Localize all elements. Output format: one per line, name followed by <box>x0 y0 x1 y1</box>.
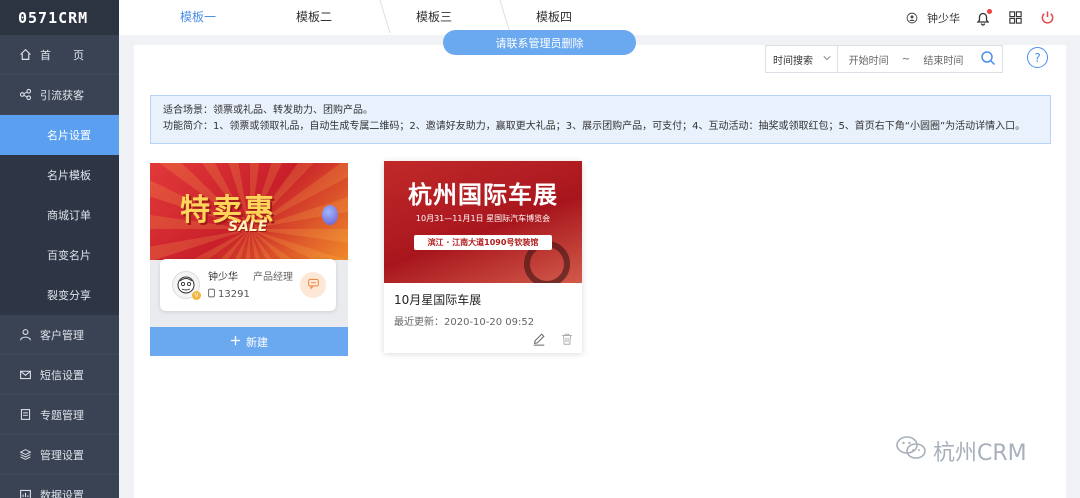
sidebar-item-label: 客户管理 <box>40 328 84 342</box>
sidebar-item-topics[interactable]: 专题管理 <box>0 395 119 435</box>
car-show-banner-image: 杭州国际车展 10月31—11月1日 星国际汽车博览会 滨江 · 江南大道109… <box>384 161 582 283</box>
wechat-icon <box>895 434 927 468</box>
info-scenario: 适合场景：领票或礼品、转发助力、团购产品。 <box>163 105 373 116</box>
tab-template-1[interactable]: 模板一 <box>134 0 262 33</box>
power-icon[interactable] <box>1038 9 1056 27</box>
phone-icon <box>208 288 215 301</box>
share-nodes-icon <box>18 88 32 102</box>
date-range-picker[interactable]: 开始时间 ~ 结束时间 <box>838 52 974 67</box>
new-template-button[interactable]: 新建 <box>150 327 348 356</box>
start-date-input[interactable]: 开始时间 <box>849 52 889 67</box>
event-updated-time: 最近更新：2020-10-20 09:52 <box>394 317 535 328</box>
new-button-label: 新建 <box>246 335 268 349</box>
help-icon[interactable]: ? <box>1027 47 1048 68</box>
sidebar-subitem-viral-share[interactable]: 裂变分享 <box>0 275 119 315</box>
search-type-select[interactable]: 时间搜索 <box>766 46 838 72</box>
end-date-input[interactable]: 结束时间 <box>923 52 963 67</box>
user-avatar-icon <box>903 9 921 27</box>
info-features: 功能简介：1、领票或领取礼品，自动生成专属二维码；2、邀请好友助力，赢取更大礼品… <box>163 121 1026 132</box>
sidebar-item-label: 数据设置 <box>40 488 84 498</box>
banner-title: 杭州国际车展 <box>408 180 558 209</box>
notification-bell-icon[interactable] <box>974 8 992 27</box>
chevron-down-icon <box>823 54 831 65</box>
watermark-text: 杭州CRM <box>933 441 1027 466</box>
sidebar-item-home[interactable]: 首 页 <box>0 35 119 75</box>
template-preview-card: 特卖惠 SALE V 钟少华 产品经理 13291 新建 <box>150 163 348 356</box>
banner-address: 滨江 · 江南大道1090号钦装馆 <box>414 235 552 250</box>
sidebar-subitem-mall-orders[interactable]: 商城订单 <box>0 195 119 235</box>
edit-icon[interactable] <box>532 332 546 346</box>
tab-template-3[interactable]: 模板三 <box>390 0 478 33</box>
document-icon <box>18 408 32 422</box>
sidebar-item-label: 引流获客 <box>40 88 84 102</box>
chat-bubble-icon <box>307 277 320 293</box>
sale-banner-image: 特卖惠 SALE <box>150 163 348 260</box>
profile-phone-number: 13291 <box>218 289 250 300</box>
banner-date-line: 10月31—11月1日 星国际汽车博览会 <box>415 214 551 223</box>
info-description: 适合场景：领票或礼品、转发助力、团购产品。 功能简介：1、领票或领取礼品，自动生… <box>150 95 1051 144</box>
profile-name: 钟少华 <box>208 272 238 283</box>
balloon-icon <box>322 205 338 225</box>
tab-template-2[interactable]: 模板二 <box>270 0 358 33</box>
user-menu[interactable]: 钟少华 <box>903 9 960 27</box>
message-button[interactable] <box>300 272 326 298</box>
event-card[interactable]: 杭州国际车展 10月31—11月1日 星国际汽车博览会 滨江 · 江南大道109… <box>384 161 582 353</box>
sidebar-item-label: 首 页 <box>40 48 84 62</box>
notification-badge <box>987 8 992 14</box>
sidebar: 0571CRM 首 页 引流获客 名片设置 名片模板 商城订单 百变名片 裂变分… <box>0 0 119 498</box>
home-icon <box>18 48 32 62</box>
sidebar-item-admin[interactable]: 管理设置 <box>0 435 119 475</box>
username: 钟少华 <box>927 11 960 25</box>
event-title: 10月星国际车展 <box>394 293 482 307</box>
user-icon <box>18 328 32 342</box>
sidebar-item-customers[interactable]: 客户管理 <box>0 315 119 355</box>
time-search-bar: 时间搜索 开始时间 ~ 结束时间 <box>765 45 1003 73</box>
chart-icon <box>18 488 32 498</box>
sidebar-subitem-card-settings[interactable]: 名片设置 <box>0 115 119 155</box>
mail-icon <box>18 368 32 382</box>
sidebar-item-label: 短信设置 <box>40 368 84 382</box>
profile-phone: 13291 <box>208 288 250 301</box>
apps-grid-icon[interactable] <box>1006 9 1024 27</box>
sidebar-subitem-card-templates[interactable]: 名片模板 <box>0 155 119 195</box>
sidebar-subitem-variety-cards[interactable]: 百变名片 <box>0 235 119 275</box>
profile-role: 产品经理 <box>253 272 293 283</box>
search-button[interactable] <box>974 46 1002 72</box>
vip-badge-icon: V <box>192 291 201 300</box>
sidebar-item-label: 专题管理 <box>40 408 84 422</box>
range-separator: ~ <box>901 53 911 65</box>
sidebar-item-sms[interactable]: 短信设置 <box>0 355 119 395</box>
app-logo[interactable]: 0571CRM <box>0 0 119 35</box>
banner-subtitle: SALE <box>228 219 268 235</box>
search-type-label: 时间搜索 <box>773 55 813 67</box>
plus-icon <box>230 335 241 349</box>
business-card-profile: V 钟少华 产品经理 13291 <box>160 259 336 311</box>
contact-admin-tip: 请联系管理员删除 <box>443 30 636 55</box>
search-icon <box>980 50 996 69</box>
sidebar-item-data[interactable]: 数据设置 <box>0 475 119 498</box>
sidebar-item-lead-gen[interactable]: 引流获客 <box>0 75 119 115</box>
layers-icon <box>18 448 32 462</box>
trash-icon[interactable] <box>560 332 574 346</box>
tab-template-4[interactable]: 模板四 <box>510 0 598 33</box>
sidebar-item-label: 管理设置 <box>40 448 84 462</box>
wechat-watermark: 杭州CRM <box>895 434 1027 468</box>
